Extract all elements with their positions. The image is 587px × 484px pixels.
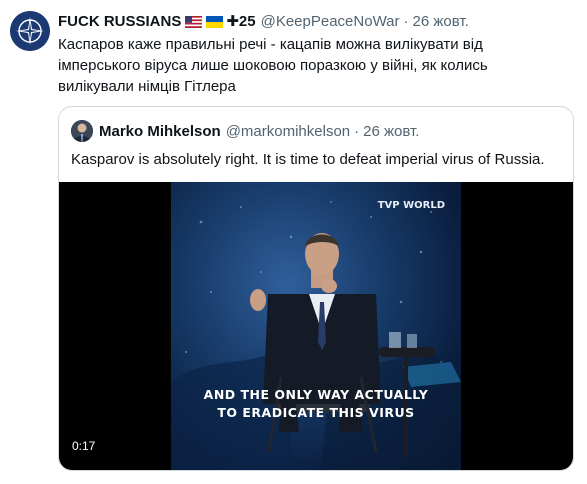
video-player[interactable]: TVP WORLD AND THE ONLY WAY ACTUALLY TO E… — [59, 182, 573, 470]
video-scene — [171, 201, 461, 470]
nato-emblem-icon[interactable] — [10, 11, 50, 51]
video-caption-line-1: AND THE ONLY WAY ACTUALLY — [203, 387, 429, 402]
quoted-tweet-header: Marko Mihkelson @markomihkelson · 26 жов… — [71, 119, 419, 143]
separator-dot: · — [403, 13, 409, 30]
video-frame: TVP WORLD AND THE ONLY WAY ACTUALLY TO E… — [171, 182, 461, 470]
timestamp[interactable]: 26 жовт. — [413, 12, 469, 32]
tvp-world-watermark: TVP WORLD — [377, 200, 445, 211]
tweet-text: Каспаров каже правильні речі - кацапів м… — [58, 36, 488, 95]
ukraine-flag-icon — [206, 16, 224, 28]
quoted-user-handle[interactable]: @markomihkelson — [226, 123, 350, 140]
video-caption-line-2: TO ERADICATE THIS VIRUS — [217, 405, 415, 420]
quoted-display-name[interactable]: Marko Mihkelson — [99, 123, 221, 140]
display-name[interactable]: FUCK RUSSIANS — [58, 12, 181, 32]
user-handle[interactable]: @KeepPeaceNoWar — [261, 12, 400, 32]
count-label: ✚25 — [226, 13, 256, 30]
tweet-header: FUCK RUSSIANS ✚25 @KeepPeaceNoWar · 26 ж… — [58, 12, 469, 32]
quoted-tweet[interactable]: Marko Mihkelson @markomihkelson · 26 жов… — [58, 106, 574, 471]
quoted-tweet-text: Kasparov is absolutely right. It is time… — [71, 151, 545, 168]
quoted-separator-dot: · — [354, 122, 360, 140]
quoted-avatar[interactable] — [71, 120, 93, 142]
tweet-card[interactable]: FUCK RUSSIANS ✚25 @KeepPeaceNoWar · 26 ж… — [0, 0, 587, 484]
quoted-timestamp[interactable]: 26 жовт. — [363, 123, 419, 140]
video-timecode: 0:17 — [67, 437, 101, 455]
us-flag-icon — [185, 16, 203, 28]
